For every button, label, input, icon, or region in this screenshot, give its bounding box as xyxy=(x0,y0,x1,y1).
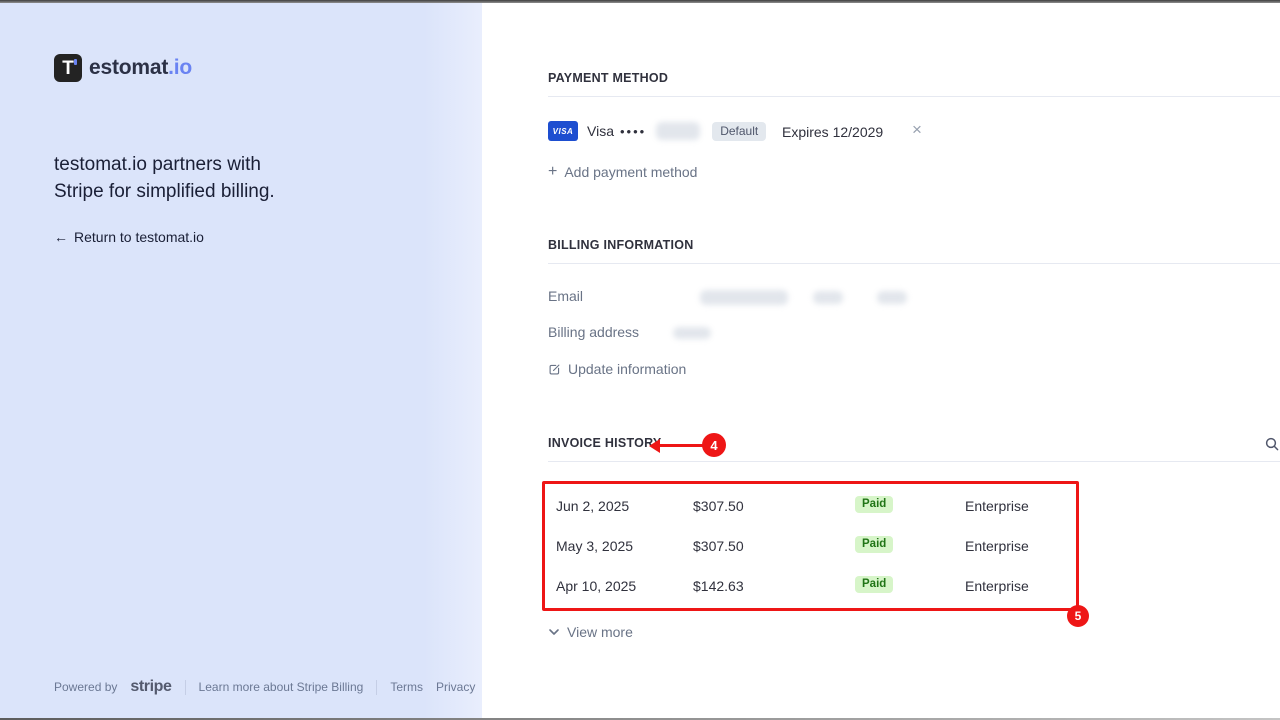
footer-divider xyxy=(376,680,377,695)
logo-wordmark-dark: estomat xyxy=(89,56,168,79)
email-label: Email xyxy=(548,288,583,304)
logo-letter: T xyxy=(62,59,74,78)
view-more-label: View more xyxy=(567,624,633,640)
search-icon[interactable] xyxy=(1264,436,1280,457)
testomat-logo: T estomat.io xyxy=(54,54,192,82)
billing-portal-page: T estomat.io testomat.io partners with S… xyxy=(0,0,1280,720)
update-information-label: Update information xyxy=(568,361,686,377)
privacy-link[interactable]: Privacy xyxy=(436,680,475,694)
card-expiry-label: Expires 12/2029 xyxy=(782,124,883,140)
powered-by-label: Powered by xyxy=(54,680,117,694)
terms-link[interactable]: Terms xyxy=(390,680,423,694)
default-badge: Default xyxy=(712,122,766,141)
section-divider xyxy=(548,96,1280,97)
headline-line-1: testomat.io partners with xyxy=(54,151,374,178)
billing-information-title: BILLING INFORMATION xyxy=(548,238,693,252)
annotation-step-4: 4 xyxy=(702,433,726,457)
plus-icon: + xyxy=(548,164,557,180)
visa-icon-text: VISA xyxy=(553,127,574,136)
remove-card-icon[interactable]: × xyxy=(912,120,922,140)
testomat-logo-icon: T xyxy=(54,54,82,82)
edit-icon xyxy=(548,363,561,376)
card-number-dots: •••• xyxy=(620,124,646,139)
annotation-highlight-box xyxy=(542,481,1079,611)
add-payment-method-label: Add payment method xyxy=(564,164,697,180)
footer-divider xyxy=(185,680,186,695)
visa-card-icon: VISA xyxy=(548,121,578,141)
return-link[interactable]: ← Return to testomat.io xyxy=(54,229,204,245)
email-value-redacted xyxy=(877,291,907,304)
section-divider xyxy=(548,263,1280,264)
sidebar: T estomat.io testomat.io partners with S… xyxy=(0,3,482,718)
invoice-history-title: INVOICE HISTORY xyxy=(548,436,662,450)
logo-accent-mark xyxy=(74,59,77,65)
payment-method-title: PAYMENT METHOD xyxy=(548,71,668,85)
address-value-redacted xyxy=(673,327,711,339)
payment-card-row: VISA Visa •••• Default xyxy=(548,121,766,141)
billing-address-label: Billing address xyxy=(548,324,639,340)
email-value-redacted xyxy=(700,290,788,305)
stripe-logo: stripe xyxy=(130,678,171,696)
return-link-label: Return to testomat.io xyxy=(74,229,204,245)
logo-wordmark-accent: .io xyxy=(168,56,192,79)
section-divider xyxy=(548,461,1280,462)
partner-headline: testomat.io partners with Stripe for sim… xyxy=(54,151,374,205)
learn-more-link[interactable]: Learn more about Stripe Billing xyxy=(199,680,364,694)
update-information-button[interactable]: Update information xyxy=(548,361,686,377)
chevron-down-icon xyxy=(548,626,560,638)
annotation-arrow-line xyxy=(659,444,705,447)
logo-wordmark: estomat.io xyxy=(89,56,192,80)
add-payment-method-button[interactable]: + Add payment method xyxy=(548,164,697,180)
card-last4-redacted xyxy=(656,122,700,140)
headline-line-2: Stripe for simplified billing. xyxy=(54,178,374,205)
sidebar-footer: Powered by stripe Learn more about Strip… xyxy=(54,678,475,696)
annotation-step-5: 5 xyxy=(1067,605,1089,627)
back-arrow-icon: ← xyxy=(54,229,68,245)
view-more-button[interactable]: View more xyxy=(548,624,633,640)
card-brand-label: Visa xyxy=(587,123,614,139)
email-value-redacted xyxy=(813,291,843,304)
